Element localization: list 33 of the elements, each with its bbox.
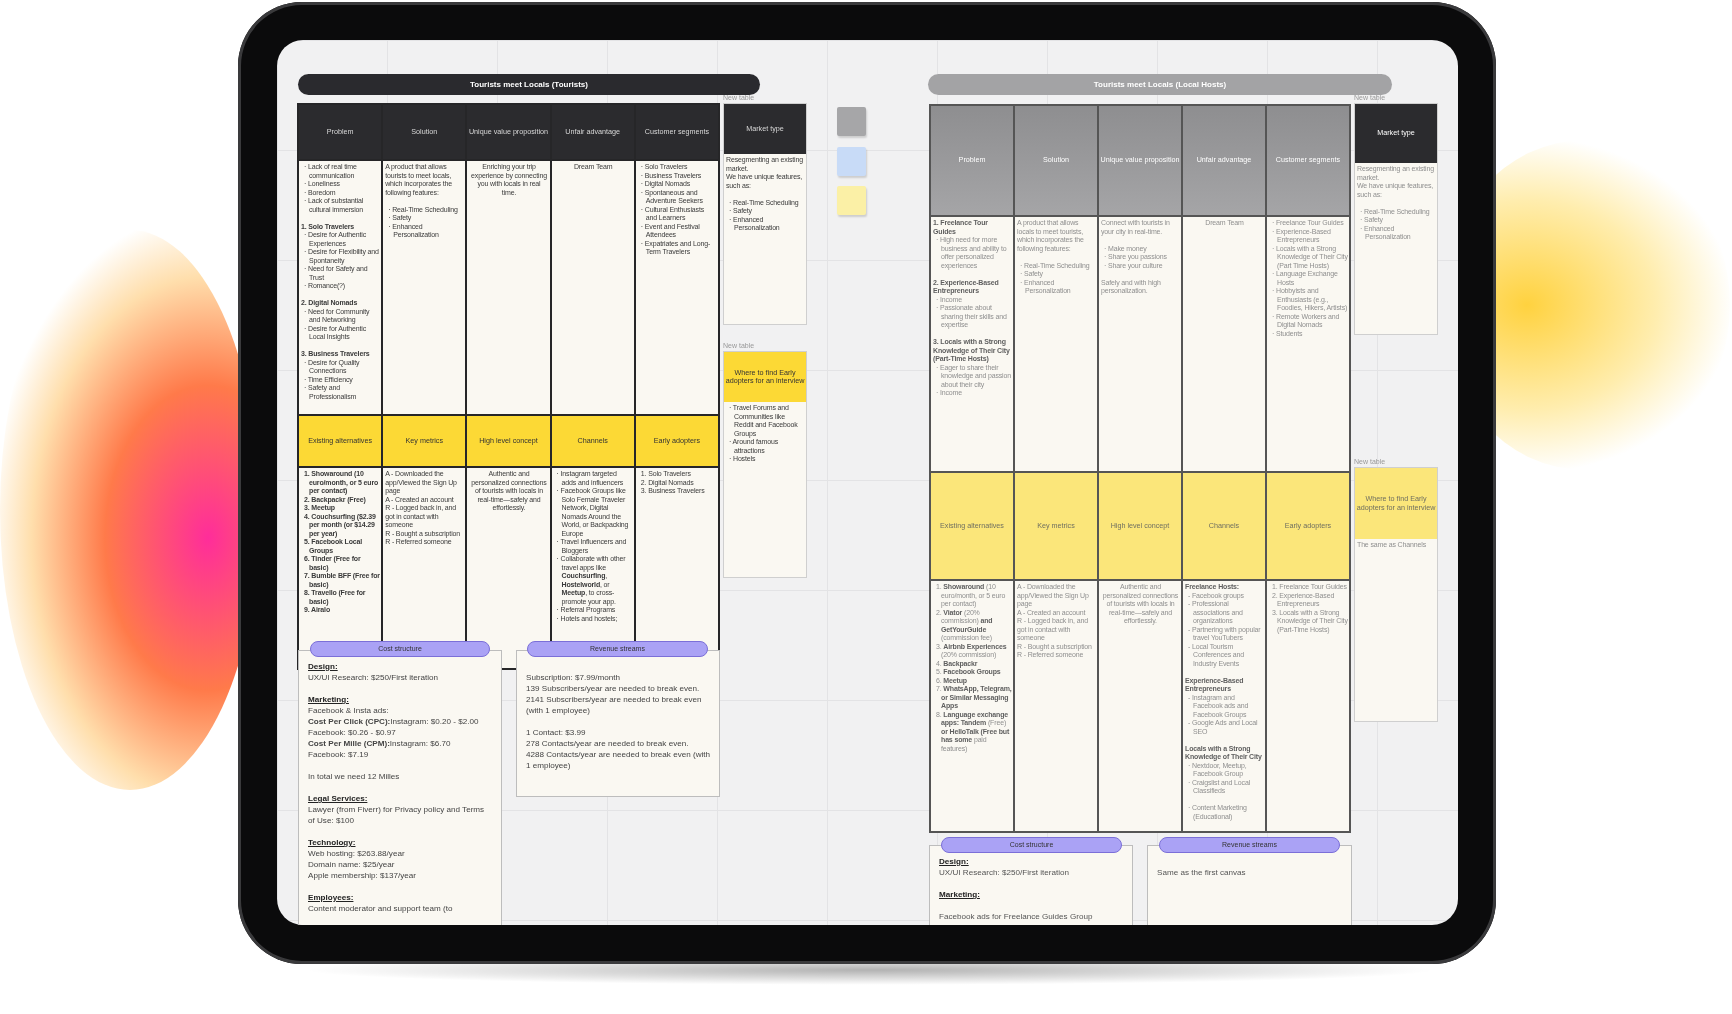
section-heading: Design:: [308, 661, 339, 672]
cell-text: 1 Contact: $3.99: [526, 727, 587, 738]
section-heading: Employees:: [308, 892, 355, 903]
cell-text: Same as the first canvas: [1157, 867, 1247, 878]
cell-text: UX/UI Research: $250/First iteration: [308, 672, 439, 683]
cell-text: 4288 Contacts/year are needed to break even (with 1 employee): [526, 749, 711, 771]
cell-text: Facebook ads for Freelance Guides Group: [939, 911, 1094, 922]
cell-text: Cost Per Mille (CPM):Instagram: $6.70: [308, 738, 452, 749]
cell-text: Cost Per Click (CPC):Instagram: $0.20 - $2.00: [308, 716, 480, 727]
sticky-note[interactable]: [837, 147, 866, 176]
section-heading: Marketing:: [308, 694, 350, 705]
cell-text: UX/UI Research: $250/First iteration: [939, 867, 1070, 878]
cell-text: 139 Subscribers/year are needed to break even.: [526, 683, 701, 694]
cell-text: Facebook: $7.19: [308, 749, 370, 760]
cell-text: 2141 Subscribers/year are needed to break even (with 1 employee): [526, 694, 703, 716]
section-heading: Legal Services:: [308, 793, 369, 804]
cell-text: In total we need 12 Milles: [308, 771, 401, 782]
section-heading: Marketing:: [939, 889, 981, 900]
frame-title: Tourists meet Locals (Tourists): [298, 74, 760, 95]
cell-text: Facebook & Insta ads:: [308, 705, 390, 716]
cell-text: Lawyer (from Fiverr) for Privacy policy and Terms of Use: $100: [308, 804, 486, 826]
cell-text: Facebook: $0.26 - $0.97: [308, 727, 397, 738]
section-heading: Technology:: [308, 837, 357, 848]
cell-text: Content moderator and support team (to: [308, 903, 454, 914]
sticky-note[interactable]: [837, 186, 866, 215]
sticky-note[interactable]: [837, 107, 866, 136]
cell-text: Web hosting: $263.88/year: [308, 848, 406, 859]
section-heading: Design:: [939, 856, 970, 867]
cell-text: 278 Contacts/year are needed to break even.: [526, 738, 690, 749]
frame-title: Tourists meet Locals (Local Hosts): [928, 74, 1392, 95]
cell-text: Apple membership: $137/year: [308, 870, 417, 881]
cell-text: Domain name: $25/year: [308, 859, 396, 870]
cell-text: Subscription: $7.99/month: [526, 672, 622, 683]
